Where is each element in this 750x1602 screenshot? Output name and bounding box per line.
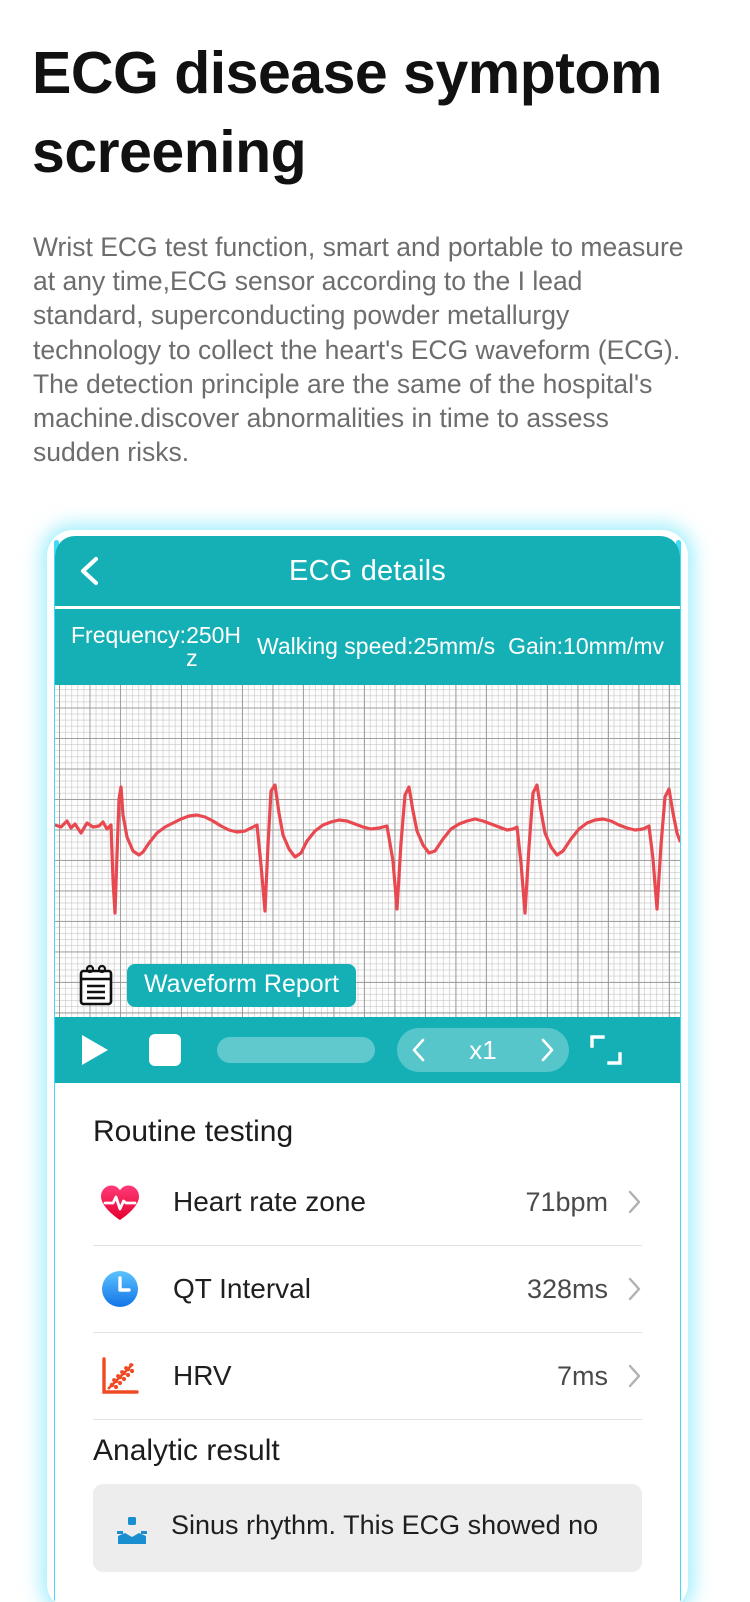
app-bar-title: ECG details [289,554,446,587]
doctor-icon [115,1514,149,1548]
phone-mockup: ECG details Frequency: 250H z Walking sp… [54,536,681,1602]
hrv-chart-icon [97,1353,143,1399]
page-title: ECG disease symptom screening [32,40,662,186]
analytic-result-card: Sinus rhythm. This ECG showed no [93,1484,642,1572]
app-bar: ECG details [55,536,680,606]
ecg-parameters: Frequency: 250H z Walking speed:25mm/s G… [55,609,680,683]
chevron-right-icon[interactable] [626,1189,642,1215]
fullscreen-icon[interactable] [589,1034,623,1066]
list-item-heart-rate-zone[interactable]: Heart rate zone 71bpm [93,1159,642,1246]
detail-content: Routine testing Heart rate zone 71bpm QT… [55,1083,680,1572]
analytic-result-text: Sinus rhythm. This ECG showed no [171,1510,599,1540]
waveform-report-row: Waveform Report [77,964,356,1007]
chevron-right-icon[interactable] [626,1276,642,1302]
clock-icon [97,1266,143,1312]
param-walking-speed: Walking speed:25mm/s [256,632,496,659]
speed-next-icon[interactable] [540,1038,555,1062]
list-item-qt-interval[interactable]: QT Interval 328ms [93,1246,642,1333]
speed-control: x1 [397,1028,569,1072]
list-item-value: 7ms [556,1360,608,1391]
param-frequency: Frequency: 250H z [71,622,244,670]
param-frequency-label: Frequency: [71,622,187,648]
param-frequency-value: 250H z [186,624,244,670]
playback-progress-slider[interactable] [217,1037,375,1063]
routine-testing-title: Routine testing [93,1115,294,1148]
waveform-report-button[interactable]: Waveform Report [127,964,356,1007]
page-description: Wrist ECG test function, smart and porta… [33,232,684,468]
heart-pulse-icon [97,1179,143,1225]
page-root: ECG disease symptom screening Wrist ECG … [0,0,750,1602]
speed-prev-icon[interactable] [411,1038,426,1062]
ecg-chart[interactable]: Waveform Report [55,683,680,1017]
app-bar-divider [55,606,680,609]
speed-value: x1 [469,1034,497,1065]
list-item-value: 328ms [526,1273,608,1304]
back-icon[interactable] [73,554,107,588]
param-frequency-value-line2: z [186,645,198,671]
analytic-result-title: Analytic result [93,1434,280,1467]
list-item-label: Heart rate zone [173,1186,366,1217]
param-frequency-value-line1: 250H [186,622,242,648]
list-item-label: QT Interval [173,1273,311,1304]
list-item-label: HRV [173,1360,232,1391]
chevron-right-icon[interactable] [626,1363,642,1389]
stop-icon[interactable] [149,1034,181,1066]
play-icon[interactable] [77,1032,111,1068]
list-item-hrv[interactable]: HRV 7ms [93,1333,642,1420]
phone-screen: ECG details Frequency: 250H z Walking sp… [55,536,680,1602]
param-gain: Gain:10mm/mv [508,632,664,659]
clipboard-icon[interactable] [77,964,115,1007]
playback-bar: x1 [55,1017,680,1083]
list-item-value: 71bpm [525,1186,608,1217]
